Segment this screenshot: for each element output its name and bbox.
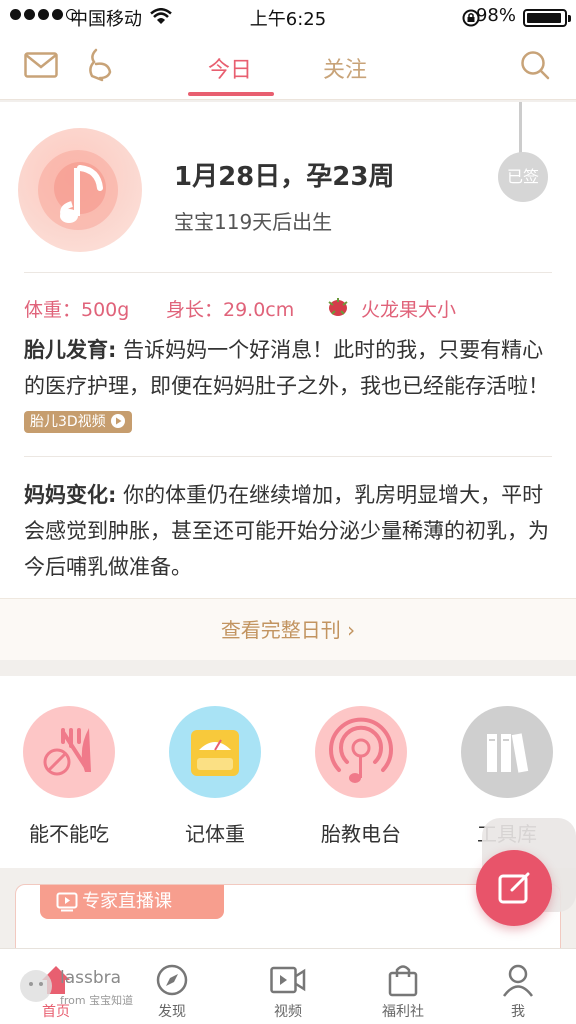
size-compare: 火龙果大小 [361, 299, 457, 321]
nav-video[interactable]: 视频 [248, 959, 328, 1021]
nav-label: 我 [511, 1004, 525, 1020]
edit-icon [498, 872, 530, 904]
watermark: lassbra from 宝宝知道 [18, 966, 158, 1010]
tool-can-eat[interactable]: 能不能吃 [0, 706, 144, 847]
date-week: 1月28日，孕23周 [174, 162, 395, 192]
top-header: 今日 关注 [0, 34, 576, 100]
radio-icon [315, 706, 407, 798]
user-icon [478, 959, 558, 1001]
watermark-brand: lassbra [60, 968, 122, 988]
video-icon [248, 959, 328, 1001]
nav-label: 福利社 [382, 1004, 424, 1020]
nav-welfare[interactable]: 福利社 [363, 959, 443, 1021]
play-icon [111, 414, 126, 428]
status-bar: 中国移动 上午6:25 98% [0, 0, 576, 34]
can-eat-icon [23, 706, 115, 798]
battery-percent: 98% [475, 5, 516, 26]
compose-button[interactable] [476, 850, 552, 926]
mom-changes: 妈妈变化: 你的体重仍在继续增加，乳房明显增大，平时会感觉到肿胀，甚至还可能开始… [24, 477, 556, 585]
nav-me[interactable]: 我 [478, 959, 558, 1021]
fetus-music-icon [38, 150, 118, 230]
tool-label: 胎教电台 [321, 822, 401, 846]
tool-weight[interactable]: 记体重 [140, 706, 290, 847]
full-journal-link[interactable]: 查看完整日刊 › [0, 598, 576, 660]
tab-today[interactable]: 今日 [208, 52, 252, 84]
dragon-fruit-icon [328, 298, 348, 316]
video-3d-label: 胎儿3D视频 [30, 414, 106, 430]
nav-label: 发现 [158, 1004, 186, 1020]
watermark-from: from 宝宝知道 [60, 994, 134, 1007]
library-icon [461, 706, 553, 798]
birth-countdown: 宝宝119天后出生 [174, 210, 333, 234]
search-icon[interactable] [520, 50, 550, 80]
active-tab-indicator [188, 92, 274, 96]
signed-badge[interactable]: 已签 [498, 152, 548, 202]
live-tag-label: 专家直播课 [82, 891, 172, 912]
video-3d-button[interactable]: 胎儿3D视频 [24, 411, 133, 433]
fetal-title: 胎儿发育: [24, 338, 117, 362]
divider [24, 456, 552, 457]
tv-icon [56, 892, 78, 912]
divider [24, 272, 552, 273]
bag-icon [363, 959, 443, 1001]
scale-icon [169, 706, 261, 798]
fetal-length: 身长：29.0cm [166, 299, 295, 321]
tool-label: 记体重 [185, 822, 245, 846]
mail-icon[interactable] [24, 52, 58, 78]
tab-follow[interactable]: 关注 [323, 52, 367, 84]
tool-radio[interactable]: 胎教电台 [286, 706, 436, 847]
battery-icon [523, 9, 571, 27]
tool-label: 能不能吃 [29, 822, 109, 846]
pregnancy-icon[interactable] [86, 48, 114, 82]
live-tag: 专家直播课 [40, 885, 224, 919]
mom-title: 妈妈变化: [24, 483, 117, 507]
nav-label: 视频 [274, 1004, 302, 1020]
fetal-development: 胎儿发育: 告诉妈妈一个好消息！此时的我，只要有精心的医疗护理，即便在妈妈肚子之… [24, 332, 556, 440]
fetus-avatar[interactable] [18, 128, 142, 252]
fetal-weight: 体重：500g [24, 299, 130, 321]
watermark-logo-icon [20, 970, 52, 1002]
